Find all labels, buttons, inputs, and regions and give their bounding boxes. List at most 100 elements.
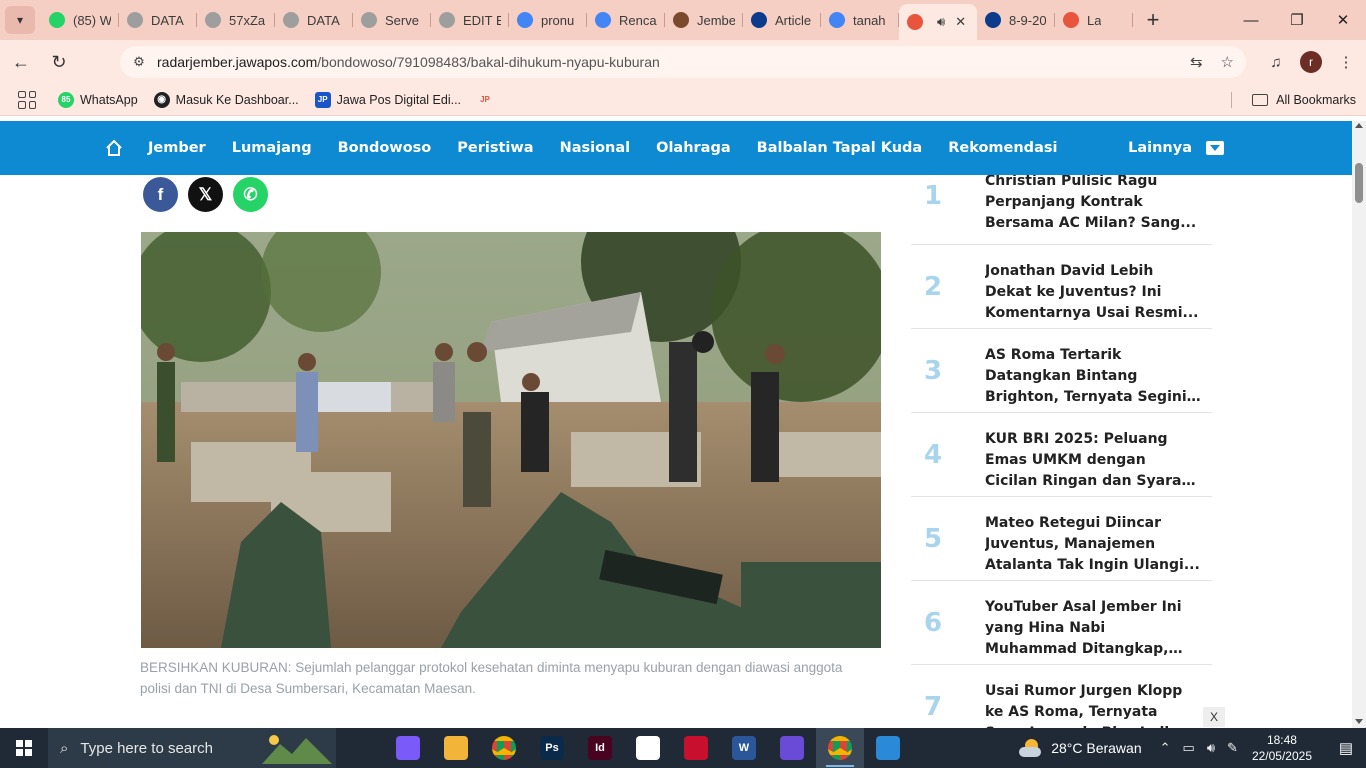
popular-item[interactable]: 2 Jonathan David Lebih Dekat ke Juventus?…: [911, 245, 1212, 329]
close-window-button[interactable]: ✕: [1320, 0, 1366, 40]
nav-link-lumajang[interactable]: Lumajang: [232, 140, 312, 156]
popular-item[interactable]: 3 AS Roma Tertarik Datangkan Bintang Brig…: [911, 329, 1212, 413]
file-explorer-icon: [444, 736, 468, 760]
popular-rank: 6: [924, 608, 943, 638]
nav-link-jember[interactable]: Jember: [148, 140, 206, 156]
profile-avatar[interactable]: r: [1300, 51, 1322, 73]
popular-title[interactable]: Usai Rumor Jurgen Klopp ke AS Roma, Tern…: [985, 681, 1201, 728]
address-bar[interactable]: ⚙ radarjember.jawapos.com/bondowoso/7910…: [120, 46, 1246, 78]
bookmarks-separator: [1231, 91, 1233, 108]
popular-title[interactable]: YouTuber Asal Jember Ini yang Hina Nabi …: [985, 597, 1201, 660]
bookmark-whatsapp[interactable]: 85 WhatsApp: [58, 91, 138, 108]
popular-item[interactable]: 5 Mateo Retegui Diincar Juventus, Manajem…: [911, 497, 1212, 581]
menu-dots-icon[interactable]: ⋮: [1332, 48, 1360, 76]
nav-link-olahraga[interactable]: Olahraga: [656, 140, 731, 156]
close-tab-icon[interactable]: ✕: [955, 14, 966, 30]
facebook-share-icon[interactable]: f: [143, 177, 178, 212]
globe-icon: [127, 12, 143, 28]
minimize-button[interactable]: —: [1228, 0, 1274, 40]
popular-item[interactable]: 4 KUR BRI 2025: Peluang Emas UMKM dengan …: [911, 413, 1212, 497]
nav-more-dropdown[interactable]: Lainnya: [1128, 140, 1224, 156]
scroll-up-icon[interactable]: [1355, 123, 1363, 128]
taskbar-app-copilot[interactable]: [384, 728, 432, 768]
scroll-down-icon[interactable]: [1355, 719, 1363, 724]
popular-title[interactable]: Christian Pulisic Ragu Perpanjang Kontra…: [985, 175, 1201, 234]
x-share-icon[interactable]: 𝕏: [188, 177, 223, 212]
popular-title[interactable]: Jonathan David Lebih Dekat ke Juventus? …: [985, 261, 1201, 324]
browser-tab[interactable]: Jembe: [665, 4, 743, 36]
whatsapp-share-icon[interactable]: ✆: [233, 177, 268, 212]
bookmark-jawapos[interactable]: JP: [477, 92, 499, 108]
tab-search-button[interactable]: ▾: [5, 6, 35, 34]
scroll-thumb[interactable]: [1355, 163, 1363, 203]
taskbar-app-m365[interactable]: [768, 728, 816, 768]
clock[interactable]: 18:48 22/05/2025: [1252, 732, 1312, 764]
browser-tab[interactable]: La: [1055, 4, 1133, 36]
media-control-icon[interactable]: ♫: [1262, 48, 1290, 76]
popular-title[interactable]: AS Roma Tertarik Datangkan Bintang Brigh…: [985, 345, 1201, 408]
browser-tab[interactable]: DATA: [275, 4, 353, 36]
taskbar-app-indesign[interactable]: Id: [576, 728, 624, 768]
popular-title[interactable]: Mateo Retegui Diincar Juventus, Manajeme…: [985, 513, 1201, 576]
chevron-up-icon[interactable]: ⌃: [1160, 740, 1171, 756]
window-controls: — ❐ ✕: [1228, 0, 1366, 40]
popular-rank: 7: [924, 692, 943, 722]
page-scrollbar[interactable]: [1352, 121, 1366, 728]
nav-link-peristiwa[interactable]: Peristiwa: [457, 140, 533, 156]
pen-icon[interactable]: ✎: [1227, 740, 1238, 756]
popular-item[interactable]: 6 YouTuber Asal Jember Ini yang Hina Nabi…: [911, 581, 1212, 665]
all-bookmarks[interactable]: All Bookmarks: [1231, 91, 1356, 108]
site-info-icon[interactable]: ⚙: [124, 54, 154, 70]
notifications-icon[interactable]: ▤: [1326, 728, 1366, 768]
translate-icon[interactable]: ⇆: [1190, 53, 1203, 71]
taskbar-app-chrome[interactable]: [480, 728, 528, 768]
apps-grid-icon[interactable]: [18, 90, 36, 109]
browser-tab[interactable]: pronu: [509, 4, 587, 36]
nav-link-nasional[interactable]: Nasional: [560, 140, 631, 156]
nav-link-bondowoso[interactable]: Bondowoso: [338, 140, 432, 156]
browser-tab[interactable]: 57xZa: [197, 4, 275, 36]
browser-tab[interactable]: Serve: [353, 4, 431, 36]
popular-item[interactable]: 7 Usai Rumor Jurgen Klopp ke AS Roma, Ter…: [911, 665, 1212, 728]
popular-item[interactable]: 1 Christian Pulisic Ragu Perpanjang Kontr…: [911, 175, 1212, 245]
browser-tab[interactable]: DATA: [119, 4, 197, 36]
start-button[interactable]: [0, 728, 48, 768]
taskbar-app-capcut[interactable]: [624, 728, 672, 768]
nav-link-balbalan[interactable]: Balbalan Tapal Kuda: [757, 140, 923, 156]
clock-time: 18:48: [1266, 733, 1297, 747]
bookmark-jawapos-digital[interactable]: JP Jawa Pos Digital Edi...: [314, 91, 461, 108]
reload-button[interactable]: ↻: [42, 45, 76, 79]
browser-tab[interactable]: tanah: [821, 4, 899, 36]
volume-icon[interactable]: 🔊︎: [1207, 740, 1215, 756]
network-icon[interactable]: ▭: [1183, 740, 1195, 756]
nav-link-rekomendasi[interactable]: Rekomendasi: [948, 140, 1057, 156]
home-icon[interactable]: [105, 139, 123, 157]
browser-tab[interactable]: 8-9-20: [977, 4, 1055, 36]
browser-tab[interactable]: EDIT E: [431, 4, 509, 36]
tab-title: 57xZa: [229, 12, 266, 28]
jawapos-digital-icon: JP: [314, 91, 331, 108]
taskbar-app-word[interactable]: W: [720, 728, 768, 768]
audio-playing-icon[interactable]: 🔊︎: [937, 14, 945, 30]
browser-tab[interactable]: Renca: [587, 4, 665, 36]
taskbar-search[interactable]: ⌕ Type here to search: [48, 728, 336, 768]
browser-tab[interactable]: Article: [743, 4, 821, 36]
photos-icon: [876, 736, 900, 760]
weather-widget[interactable]: 28°C Berawan: [1019, 738, 1142, 758]
back-button[interactable]: ←: [4, 45, 38, 79]
taskbar-app-photos[interactable]: [864, 728, 912, 768]
taskbar-app-chrome-active[interactable]: [816, 728, 864, 768]
taskbar-app-photoshop[interactable]: Ps: [528, 728, 576, 768]
bookmark-star-icon[interactable]: ☆: [1221, 53, 1234, 71]
ad-close-button[interactable]: X: [1203, 707, 1225, 727]
popular-title[interactable]: KUR BRI 2025: Peluang Emas UMKM dengan C…: [985, 429, 1201, 492]
maximize-button[interactable]: ❐: [1274, 0, 1320, 40]
browser-tab[interactable]: 🔊︎ ✕: [899, 4, 977, 40]
taskbar-app-task-view[interactable]: [336, 728, 384, 768]
bookmark-dashboard[interactable]: ◉ Masuk Ke Dashboar...: [153, 91, 299, 108]
popular-rank: 2: [924, 272, 943, 302]
new-tab-button[interactable]: +: [1139, 6, 1167, 34]
taskbar-app-acrobat[interactable]: [672, 728, 720, 768]
browser-tab[interactable]: (85) W: [41, 4, 119, 36]
taskbar-app-file-explorer[interactable]: [432, 728, 480, 768]
